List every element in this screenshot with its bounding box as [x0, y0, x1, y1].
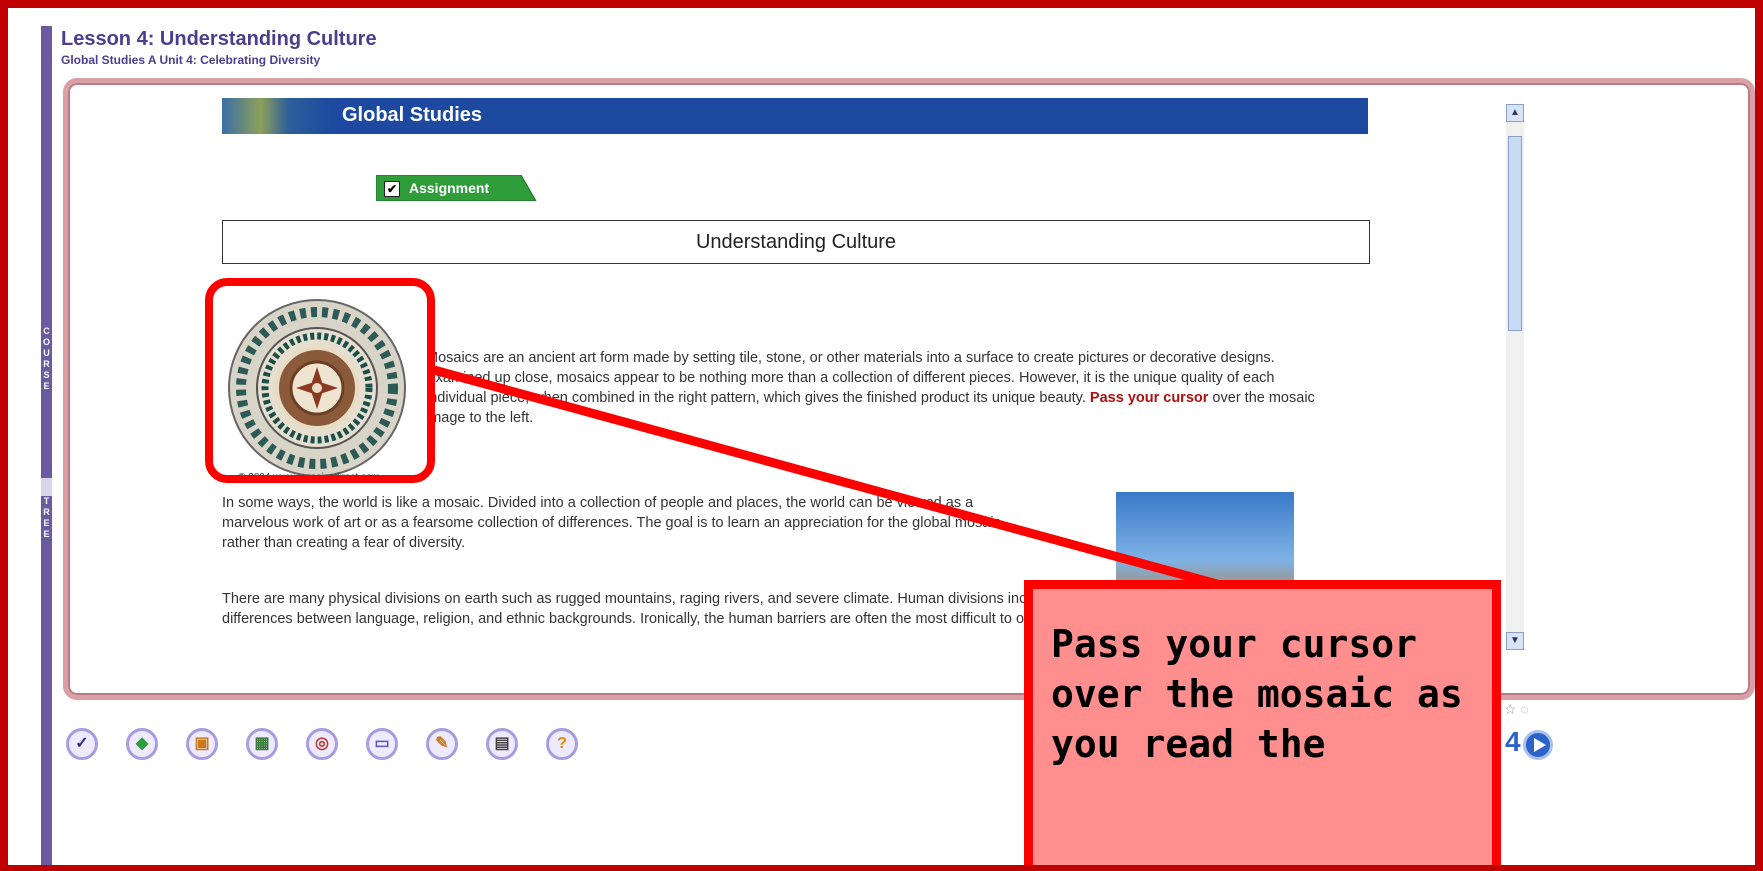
course-window: COURSE TREE Lesson 4: Understanding Cult… [8, 8, 1755, 865]
instruction-callout: Pass your cursor over the mosaic as you … [1024, 580, 1501, 865]
callout-text: Pass your cursor over the mosaic as you … [1051, 622, 1463, 766]
